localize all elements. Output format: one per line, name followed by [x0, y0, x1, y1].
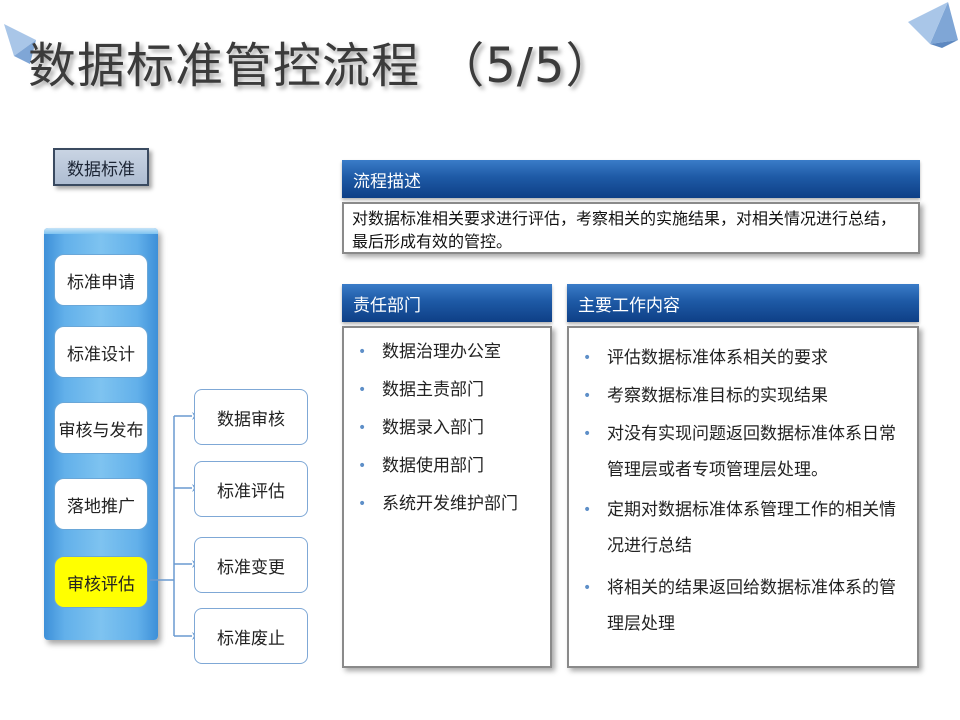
- main-work-header: 主要工作内容: [567, 284, 919, 322]
- departments-list: 数据治理办公室 数据主责部门 数据录入部门 数据使用部门 系统开发维护部门: [350, 340, 544, 516]
- step-review-evaluation[interactable]: 审核评估: [54, 556, 148, 608]
- corner-decoration-right: [908, 2, 958, 48]
- substep-standard-change[interactable]: 标准变更: [194, 537, 308, 593]
- substep-data-review[interactable]: 数据审核: [194, 389, 308, 445]
- list-item: 将相关的结果返回给数据标准体系的管理层处理: [575, 570, 911, 642]
- responsible-departments-body: 数据治理办公室 数据主责部门 数据录入部门 数据使用部门 系统开发维护部门: [342, 326, 552, 668]
- work-list: 评估数据标准体系相关的要求 考察数据标准目标的实现结果 对没有实现问题返回数据标…: [575, 340, 911, 642]
- step-implementation-promotion[interactable]: 落地推广: [54, 478, 148, 530]
- list-item: 数据主责部门: [350, 378, 544, 402]
- category-label: 数据标准: [53, 148, 149, 186]
- list-item: 评估数据标准体系相关的要求: [575, 340, 911, 376]
- main-work-panel: 主要工作内容 评估数据标准体系相关的要求 考察数据标准目标的实现结果 对没有实现…: [567, 284, 919, 668]
- process-description-text: 对数据标准相关要求进行评估，考察相关的实施结果，对相关情况进行总结，最后形成有效…: [342, 202, 920, 254]
- process-description-header: 流程描述: [342, 160, 920, 198]
- page-title: 数据标准管控流程 （5/5）: [28, 38, 615, 94]
- process-description-panel: 流程描述 对数据标准相关要求进行评估，考察相关的实施结果，对相关情况进行总结，最…: [342, 160, 920, 254]
- list-item: 数据录入部门: [350, 416, 544, 440]
- substep-standard-evaluation[interactable]: 标准评估: [194, 461, 308, 517]
- list-item: 数据治理办公室: [350, 340, 544, 364]
- list-item: 定期对数据标准体系管理工作的相关情况进行总结: [575, 492, 911, 564]
- list-item: 系统开发维护部门: [350, 492, 544, 516]
- list-item: 考察数据标准目标的实现结果: [575, 378, 911, 414]
- responsible-departments-panel: 责任部门 数据治理办公室 数据主责部门 数据录入部门 数据使用部门 系统开发维护…: [342, 284, 552, 668]
- list-item: 对没有实现问题返回数据标准体系日常管理层或者专项管理层处理。: [575, 416, 911, 488]
- step-review-and-release[interactable]: 审核与发布: [54, 402, 148, 454]
- responsible-departments-header: 责任部门: [342, 284, 552, 322]
- main-work-body: 评估数据标准体系相关的要求 考察数据标准目标的实现结果 对没有实现问题返回数据标…: [567, 326, 919, 668]
- step-standard-design[interactable]: 标准设计: [54, 326, 148, 378]
- step-standard-application[interactable]: 标准申请: [54, 254, 148, 306]
- substep-standard-retirement[interactable]: 标准废止: [194, 608, 308, 664]
- list-item: 数据使用部门: [350, 454, 544, 478]
- steps-panel: 标准申请 标准设计 审核与发布 落地推广 审核评估: [44, 228, 158, 640]
